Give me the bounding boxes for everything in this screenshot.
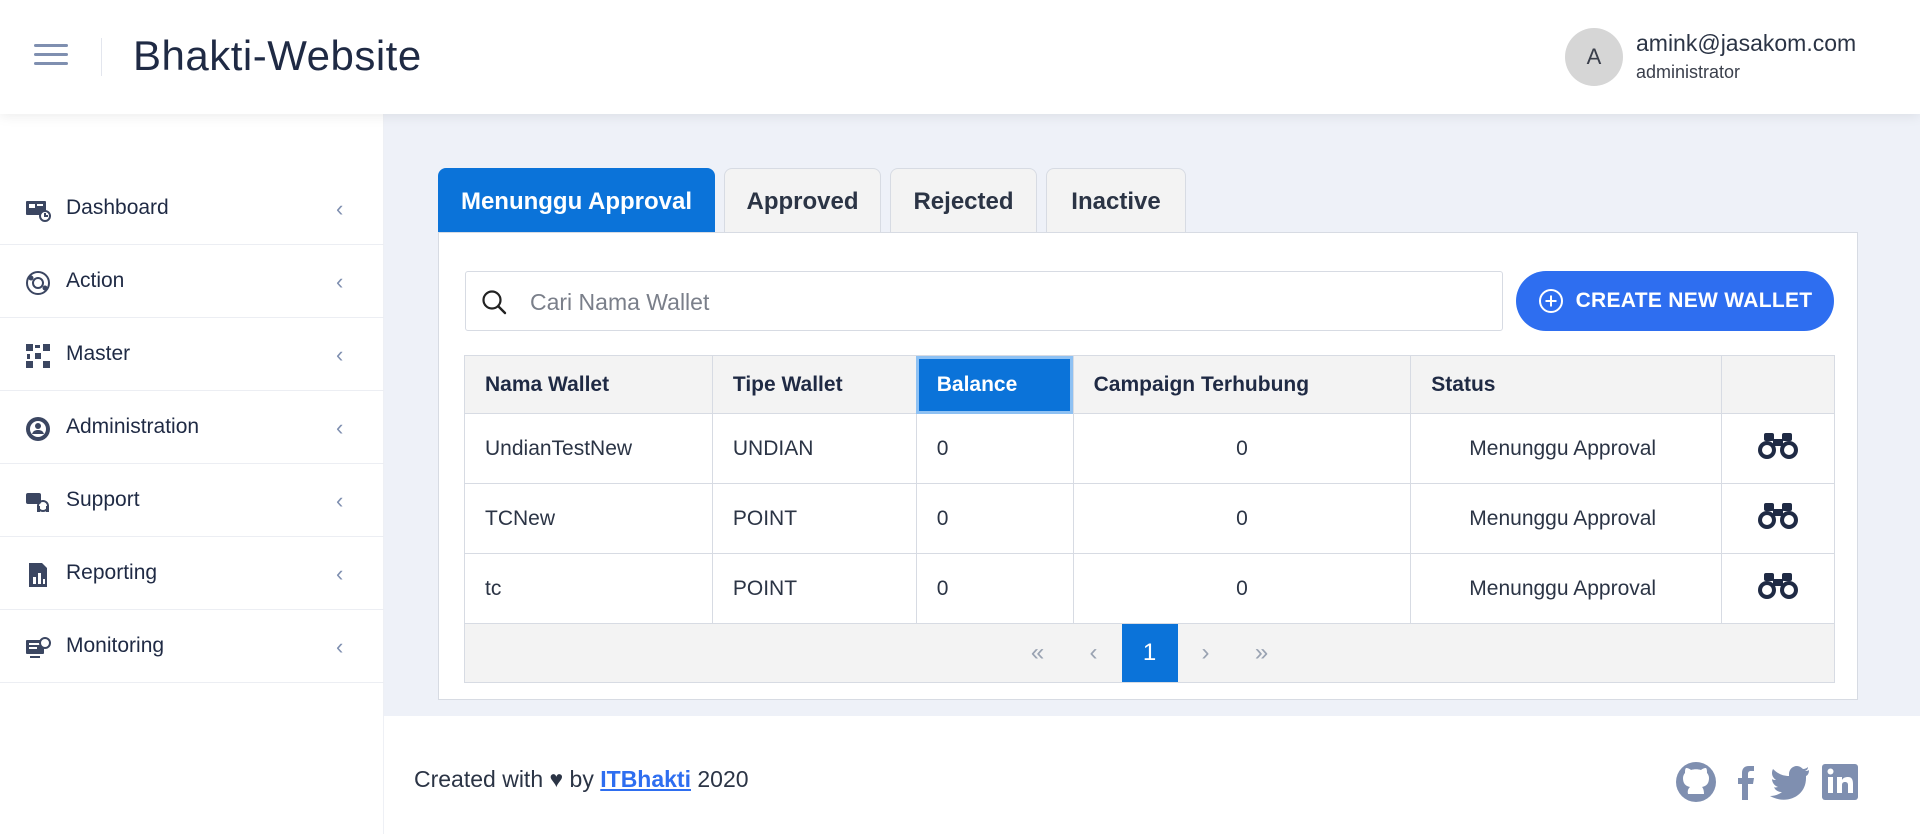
facebook-icon[interactable] — [1724, 760, 1768, 804]
user-role: administrator — [1636, 62, 1741, 82]
tab-inactive[interactable]: Inactive — [1046, 168, 1186, 234]
chevron-left-icon: ‹ — [336, 488, 344, 513]
binoculars-icon — [1758, 502, 1799, 529]
cell-campaign: 0 — [1072, 483, 1412, 554]
chevron-left-icon: ‹ — [336, 196, 344, 221]
column-header-status[interactable]: Status — [1410, 355, 1723, 414]
cell-nama-wallet: TCNew — [464, 483, 713, 554]
cell-status: Menunggu Approval — [1410, 483, 1723, 554]
tab-approved[interactable]: Approved — [724, 168, 881, 234]
user-email[interactable]: amink@jasakom.com — [1636, 30, 1856, 57]
search-box — [465, 271, 1503, 331]
sidebar-menu: Dashboard ‹ Action ‹ Master ‹ Administra… — [0, 172, 384, 683]
page-button-current[interactable]: 1 — [1121, 624, 1178, 682]
header-divider — [101, 38, 102, 76]
sidebar-item-label: Monitoring — [66, 634, 165, 657]
sidebar-item-support[interactable]: Support ‹ — [0, 464, 384, 537]
search-icon — [482, 290, 507, 315]
view-detail-button[interactable] — [1721, 483, 1835, 554]
footer-credit: Created with ♥ by ITBhakti 2020 — [414, 766, 749, 793]
cell-nama-wallet: UndianTestNew — [464, 413, 713, 484]
reporting-icon — [29, 563, 47, 587]
column-header-campaign-terhubung[interactable]: Campaign Terhubung — [1072, 355, 1412, 414]
support-icon — [26, 493, 49, 512]
sidebar-item-label: Master — [66, 342, 131, 365]
cell-balance: 0 — [915, 413, 1074, 484]
column-header-tipe-wallet[interactable]: Tipe Wallet — [711, 355, 917, 414]
cell-status: Menunggu Approval — [1410, 553, 1723, 624]
chevron-left-icon: ‹ — [336, 342, 344, 367]
table-row: tc POINT 0 0 Menunggu Approval — [464, 553, 1835, 624]
chevron-left-icon: ‹ — [336, 634, 344, 659]
hamburger-menu-icon[interactable] — [34, 44, 68, 68]
pagination-row: « ‹ 1 › » — [464, 623, 1835, 683]
sidebar-item-action[interactable]: Action ‹ — [0, 245, 384, 318]
footer-link[interactable]: ITBhakti — [600, 766, 691, 792]
cell-tipe-wallet: UNDIAN — [711, 413, 917, 484]
avatar[interactable]: A — [1565, 28, 1623, 86]
sidebar-item-label: Action — [66, 269, 125, 292]
sidebar-item-dashboard[interactable]: Dashboard ‹ — [0, 172, 384, 245]
sidebar-item-label: Administration — [66, 415, 200, 438]
table-row: UndianTestNew UNDIAN 0 0 Menunggu Approv… — [464, 413, 1835, 484]
search-input[interactable] — [530, 282, 1480, 322]
next-page-button[interactable]: › — [1178, 624, 1234, 682]
cell-status: Menunggu Approval — [1410, 413, 1723, 484]
tab-menunggu-approval[interactable]: Menunggu Approval — [438, 168, 715, 234]
create-new-wallet-button[interactable]: CREATE NEW WALLET — [1516, 271, 1834, 331]
footer-prefix: Created with ♥ by — [414, 766, 594, 792]
column-header-action — [1721, 355, 1835, 414]
table-header-row: Nama Wallet Tipe Wallet Balance Campaign… — [464, 355, 1835, 414]
administration-icon — [26, 417, 50, 441]
pagination-cell: « ‹ 1 › » — [464, 623, 1835, 683]
top-header: Bhakti-Website A amink@jasakom.com admin… — [0, 0, 1920, 114]
sidebar-item-monitoring[interactable]: Monitoring ‹ — [0, 610, 384, 683]
sidebar-item-label: Reporting — [66, 561, 158, 584]
first-page-button[interactable]: « — [1010, 624, 1066, 682]
sidebar-item-master[interactable]: Master ‹ — [0, 318, 384, 391]
plus-circle-icon — [1538, 289, 1563, 313]
github-icon[interactable] — [1674, 760, 1718, 804]
wallet-table: Nama Wallet Tipe Wallet Balance Campaign… — [464, 355, 1835, 683]
cell-balance: 0 — [915, 553, 1074, 624]
cell-tipe-wallet: POINT — [711, 483, 917, 554]
action-icon — [26, 271, 50, 295]
tab-rejected[interactable]: Rejected — [890, 168, 1037, 234]
create-button-label: CREATE NEW WALLET — [1575, 289, 1813, 312]
sidebar-item-reporting[interactable]: Reporting ‹ — [0, 537, 384, 610]
column-header-nama-wallet[interactable]: Nama Wallet — [464, 355, 713, 414]
prev-page-button[interactable]: ‹ — [1066, 624, 1122, 682]
chevron-left-icon: ‹ — [336, 561, 344, 586]
view-detail-button[interactable] — [1721, 553, 1835, 624]
twitter-icon[interactable] — [1769, 760, 1813, 804]
chevron-left-icon: ‹ — [336, 269, 344, 294]
linkedin-icon[interactable] — [1818, 760, 1862, 804]
cell-nama-wallet: tc — [464, 553, 713, 624]
sidebar-item-administration[interactable]: Administration ‹ — [0, 391, 384, 464]
column-header-balance[interactable]: Balance — [915, 355, 1074, 414]
cell-balance: 0 — [915, 483, 1074, 554]
footer: Created with ♥ by ITBhakti 2020 — [384, 716, 1920, 834]
binoculars-icon — [1758, 432, 1799, 459]
wallet-panel: CREATE NEW WALLET Nama Wallet Tipe Walle… — [438, 232, 1858, 700]
dashboard-icon — [26, 201, 51, 222]
app-title: Bhakti-Website — [133, 32, 422, 79]
last-page-button[interactable]: » — [1234, 624, 1290, 682]
sidebar-item-label: Support — [66, 488, 140, 511]
monitoring-icon — [26, 637, 51, 658]
cell-tipe-wallet: POINT — [711, 553, 917, 624]
sidebar: Dashboard ‹ Action ‹ Master ‹ Administra… — [0, 114, 384, 834]
cell-campaign: 0 — [1072, 553, 1412, 624]
master-icon — [26, 344, 50, 368]
chevron-left-icon: ‹ — [336, 415, 344, 440]
table-row: TCNew POINT 0 0 Menunggu Approval — [464, 483, 1835, 554]
main-content: Menunggu Approval Approved Rejected Inac… — [384, 114, 1920, 716]
footer-year: 2020 — [697, 766, 749, 792]
sidebar-item-label: Dashboard — [66, 196, 169, 219]
view-detail-button[interactable] — [1721, 413, 1835, 484]
binoculars-icon — [1758, 572, 1799, 599]
cell-campaign: 0 — [1072, 413, 1412, 484]
pagination: « ‹ 1 › » — [465, 624, 1834, 682]
